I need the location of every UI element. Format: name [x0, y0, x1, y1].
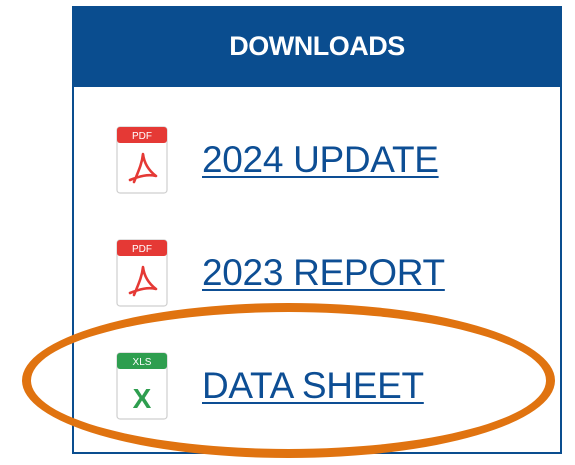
- download-link-2024-update[interactable]: 2024 UPDATE: [202, 139, 439, 181]
- pdf-badge-text: PDF: [132, 244, 152, 255]
- downloads-panel: DOWNLOADS PDF 2024 UPDATE PDF 2023 REPOR…: [72, 6, 562, 454]
- downloads-title: DOWNLOADS: [229, 31, 405, 61]
- pdf-file-icon: PDF: [116, 126, 168, 194]
- xls-badge-text: XLS: [133, 357, 152, 368]
- pdf-badge-text: PDF: [132, 131, 152, 142]
- download-item-2023-report[interactable]: PDF 2023 REPORT: [116, 239, 445, 307]
- download-item-data-sheet[interactable]: XLS X DATA SHEET: [116, 352, 424, 420]
- screenshot-stage: DOWNLOADS PDF 2024 UPDATE PDF 2023 REPOR…: [0, 0, 575, 465]
- download-link-2023-report[interactable]: 2023 REPORT: [202, 252, 445, 294]
- xls-file-icon: XLS X: [116, 352, 168, 420]
- download-link-data-sheet[interactable]: DATA SHEET: [202, 365, 424, 407]
- pdf-file-icon: PDF: [116, 239, 168, 307]
- downloads-header: DOWNLOADS: [74, 6, 560, 87]
- excel-x-mark: X: [133, 383, 152, 414]
- download-item-2024-update[interactable]: PDF 2024 UPDATE: [116, 126, 439, 194]
